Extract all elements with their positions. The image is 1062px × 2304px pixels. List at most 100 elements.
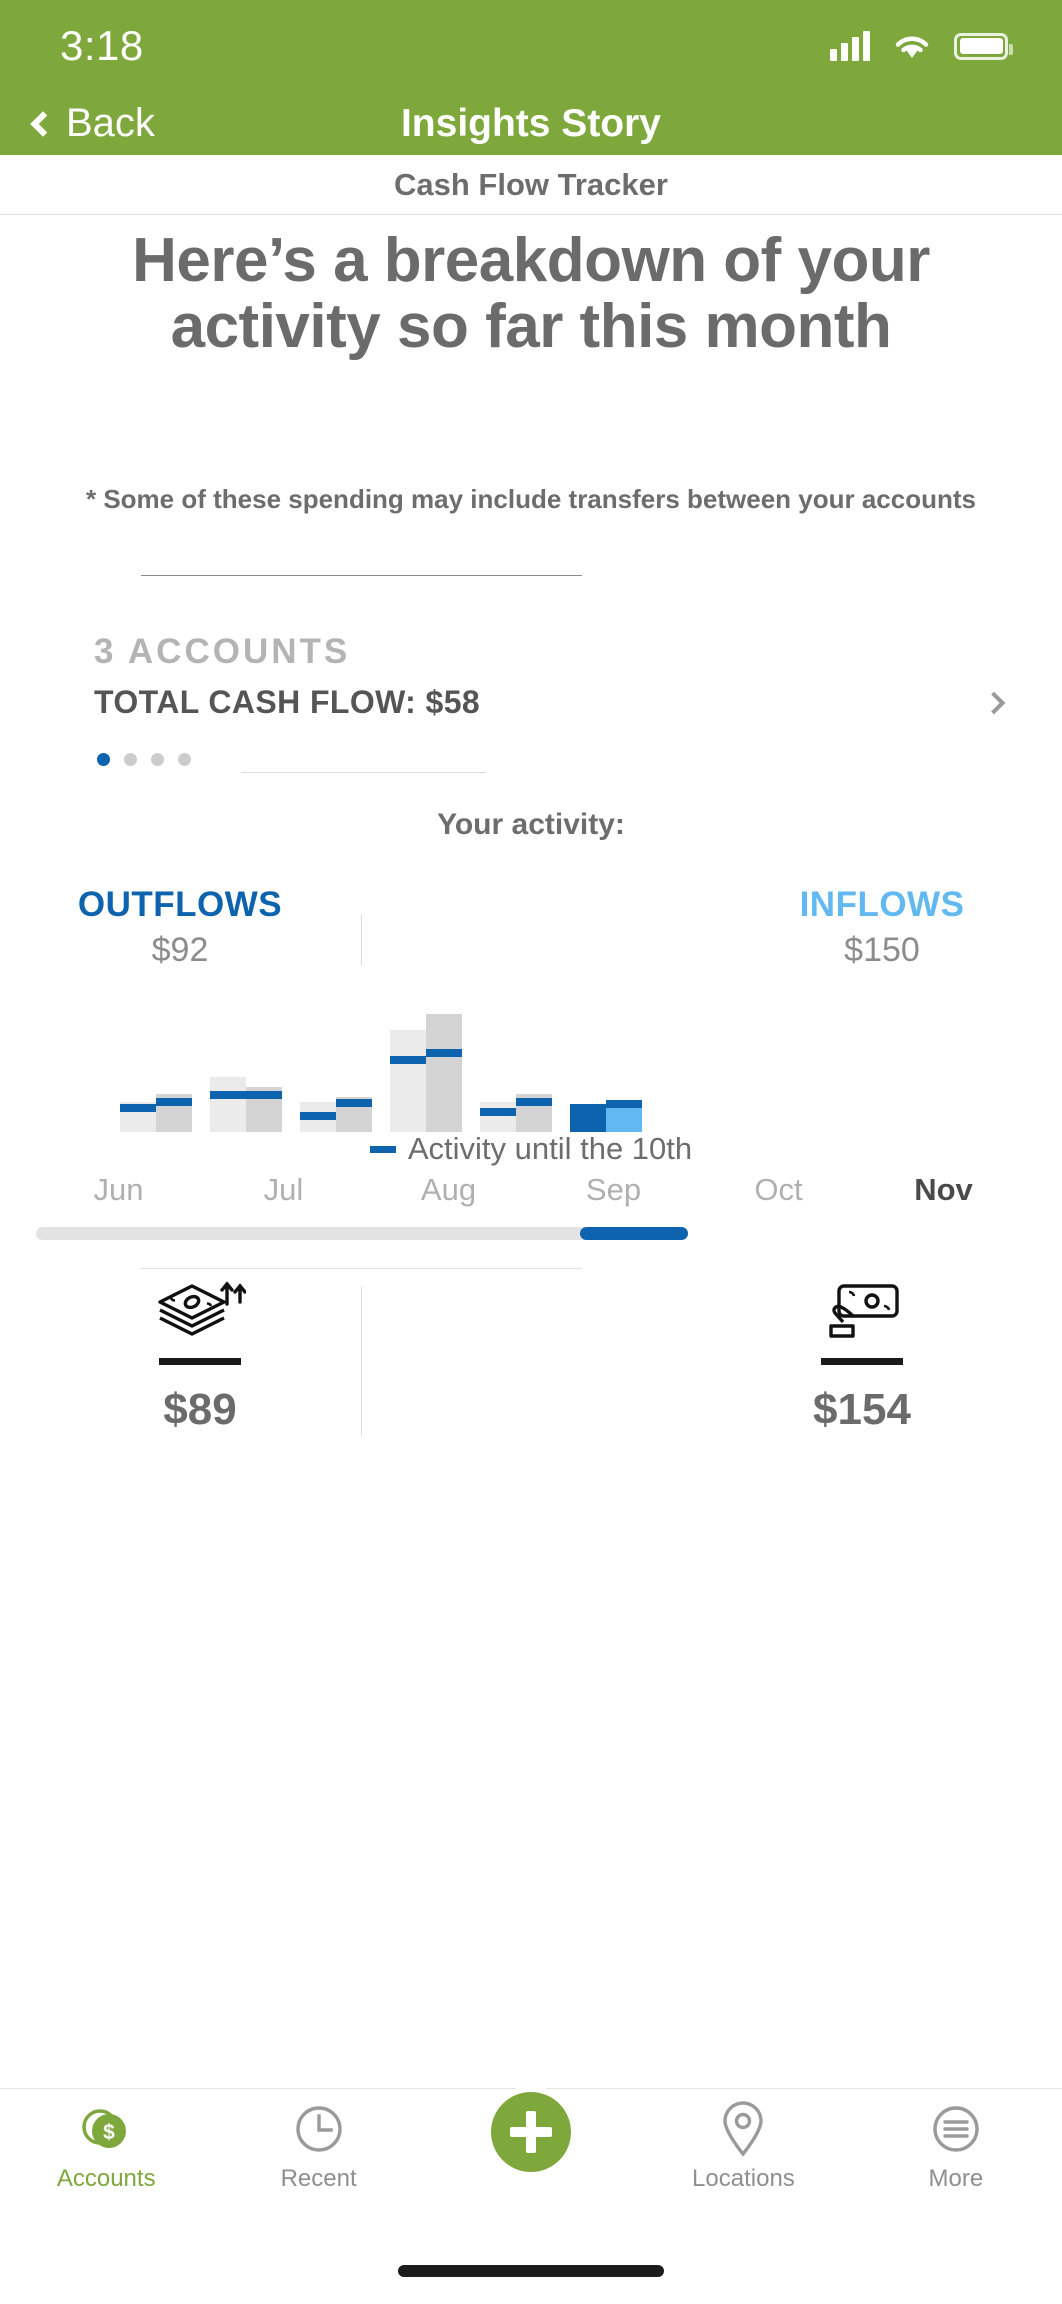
status-time: 3:18 xyxy=(60,22,144,69)
tab-accounts[interactable]: $ Accounts xyxy=(0,2089,212,2193)
divider-top xyxy=(141,575,582,576)
story-subtitle: Cash Flow Tracker xyxy=(394,166,668,202)
cellular-signal-icon xyxy=(830,31,870,61)
legend-swatch-icon xyxy=(369,1145,396,1153)
disclaimer-text: * Some of these spending may include tra… xyxy=(85,484,976,514)
activity-bar-chart[interactable] xyxy=(120,1000,660,1132)
status-icons xyxy=(830,31,1013,61)
chevron-right-icon[interactable] xyxy=(982,691,1006,714)
accounts-count-label: 3 ACCOUNTS xyxy=(94,632,351,671)
outflows-block: OUTFLOWS $92 xyxy=(0,885,360,970)
chart-marker-inflow xyxy=(336,1099,372,1107)
month-label[interactable]: Jul xyxy=(201,1172,366,1208)
chart-bar-inflow xyxy=(426,1014,462,1132)
chart-bar-outflow xyxy=(480,1102,516,1132)
chart-bar-group[interactable] xyxy=(300,1000,372,1132)
summary-row: $89 $154 xyxy=(0,1281,1062,1447)
hand-holding-cash-icon xyxy=(662,1282,1062,1342)
chart-bar-group[interactable] xyxy=(480,1000,552,1132)
summary-outflow-amount: $89 xyxy=(163,1385,237,1434)
total-cash-flow-label: TOTAL CASH FLOW: $58 xyxy=(94,684,481,720)
flows-row: OUTFLOWS $92 INFLOWS $150 xyxy=(0,885,1062,975)
inflows-block: INFLOWS $150 xyxy=(702,885,1062,970)
chart-marker-outflow xyxy=(570,1104,606,1112)
pager-dot-3[interactable] xyxy=(151,753,164,766)
month-label[interactable]: Jun xyxy=(36,1172,201,1208)
status-bar: 3:18 xyxy=(0,0,1062,92)
divider-bottom xyxy=(141,1268,582,1269)
chart-bar-group[interactable] xyxy=(390,1000,462,1132)
outflows-label: OUTFLOWS xyxy=(77,885,283,924)
chart-bar-group[interactable] xyxy=(120,1000,192,1132)
summary-divider xyxy=(361,1286,362,1436)
accounts-total-row: TOTAL CASH FLOW: $58 xyxy=(0,684,1062,721)
chart-legend: Activity until the 10th xyxy=(0,1131,1062,1167)
summary-underline xyxy=(159,1358,241,1365)
legend-label: Activity until the 10th xyxy=(407,1131,693,1166)
pager-dot-1[interactable] xyxy=(97,753,110,766)
home-indicator xyxy=(398,2265,664,2277)
clock-icon xyxy=(293,2101,345,2157)
summary-inflow: $154 xyxy=(662,1282,1062,1435)
month-label[interactable]: Oct xyxy=(696,1172,861,1208)
battery-icon xyxy=(954,32,1013,60)
chart-marker-inflow xyxy=(426,1049,462,1057)
tab-locations-label: Locations xyxy=(692,2165,795,2192)
cash-stack-outflow-icon xyxy=(0,1281,400,1342)
tab-more[interactable]: More xyxy=(850,2089,1062,2193)
chart-scroll-thumb[interactable] xyxy=(580,1227,688,1240)
accounts-card[interactable]: 3 ACCOUNTS TOTAL CASH FLOW: $58 xyxy=(0,632,1062,721)
chart-marker-inflow xyxy=(516,1098,552,1106)
tab-recent[interactable]: Recent xyxy=(212,2089,424,2193)
tab-accounts-label: Accounts xyxy=(56,2165,156,2192)
summary-outflow: $89 xyxy=(0,1281,400,1435)
chart-scroll-track[interactable] xyxy=(36,1227,688,1240)
wifi-icon xyxy=(895,36,929,58)
outflows-amount: $92 xyxy=(151,931,209,969)
tab-more-label: More xyxy=(928,2165,984,2192)
headline: Here’s a breakdown of your activity so f… xyxy=(132,226,930,361)
chart-bar-group[interactable] xyxy=(210,1000,282,1132)
subtitle-bar: Cash Flow Tracker xyxy=(0,155,1062,215)
chart-bar-inflow xyxy=(606,1108,642,1132)
back-button-label: Back xyxy=(66,101,155,145)
chart-marker-outflow xyxy=(210,1091,246,1099)
divider-middle xyxy=(241,772,486,773)
page-title: Insights Story xyxy=(400,101,662,145)
chart-bar-group[interactable] xyxy=(570,1000,642,1132)
activity-heading: Your activity: xyxy=(437,808,625,841)
inflows-label: INFLOWS xyxy=(799,885,965,924)
chevron-left-icon xyxy=(30,110,56,137)
phone-screen: 3:18 Back Insights Story Cash Flow Track… xyxy=(0,0,1062,2304)
map-pin-icon xyxy=(720,2101,766,2157)
plus-icon xyxy=(510,2111,552,2153)
summary-underline xyxy=(821,1358,903,1365)
hamburger-menu-icon xyxy=(930,2101,982,2157)
chart-marker-outflow xyxy=(120,1104,156,1112)
pager-dots[interactable] xyxy=(97,753,191,766)
pager-dot-2[interactable] xyxy=(124,753,137,766)
dollar-coins-icon: $ xyxy=(78,2101,134,2157)
summary-inflow-amount: $154 xyxy=(813,1385,911,1434)
inflows-amount: $150 xyxy=(844,931,920,969)
chart-marker-inflow xyxy=(246,1091,282,1099)
tab-locations[interactable]: Locations xyxy=(637,2089,849,2193)
chart-marker-outflow xyxy=(390,1056,426,1064)
month-label[interactable]: Sep xyxy=(531,1172,696,1208)
month-label[interactable]: Aug xyxy=(366,1172,531,1208)
flows-divider xyxy=(361,915,362,965)
chart-bar-outflow xyxy=(570,1112,606,1132)
add-button[interactable] xyxy=(485,2086,577,2178)
chart-month-labels: Jun Jul Aug Sep Oct Nov xyxy=(36,1172,1026,1208)
chart-marker-outflow xyxy=(300,1112,336,1120)
chart-bar-outflow xyxy=(390,1030,426,1132)
chart-bar-outflow xyxy=(210,1077,246,1132)
chart-marker-inflow xyxy=(606,1100,642,1108)
pager-dot-4[interactable] xyxy=(178,753,191,766)
chart-marker-outflow xyxy=(480,1108,516,1116)
nav-bar: Back Insights Story xyxy=(0,92,1062,155)
back-button[interactable]: Back xyxy=(0,101,155,146)
chart-marker-inflow xyxy=(156,1098,192,1106)
month-label[interactable]: Nov xyxy=(861,1172,1026,1208)
tab-recent-label: Recent xyxy=(280,2165,357,2192)
